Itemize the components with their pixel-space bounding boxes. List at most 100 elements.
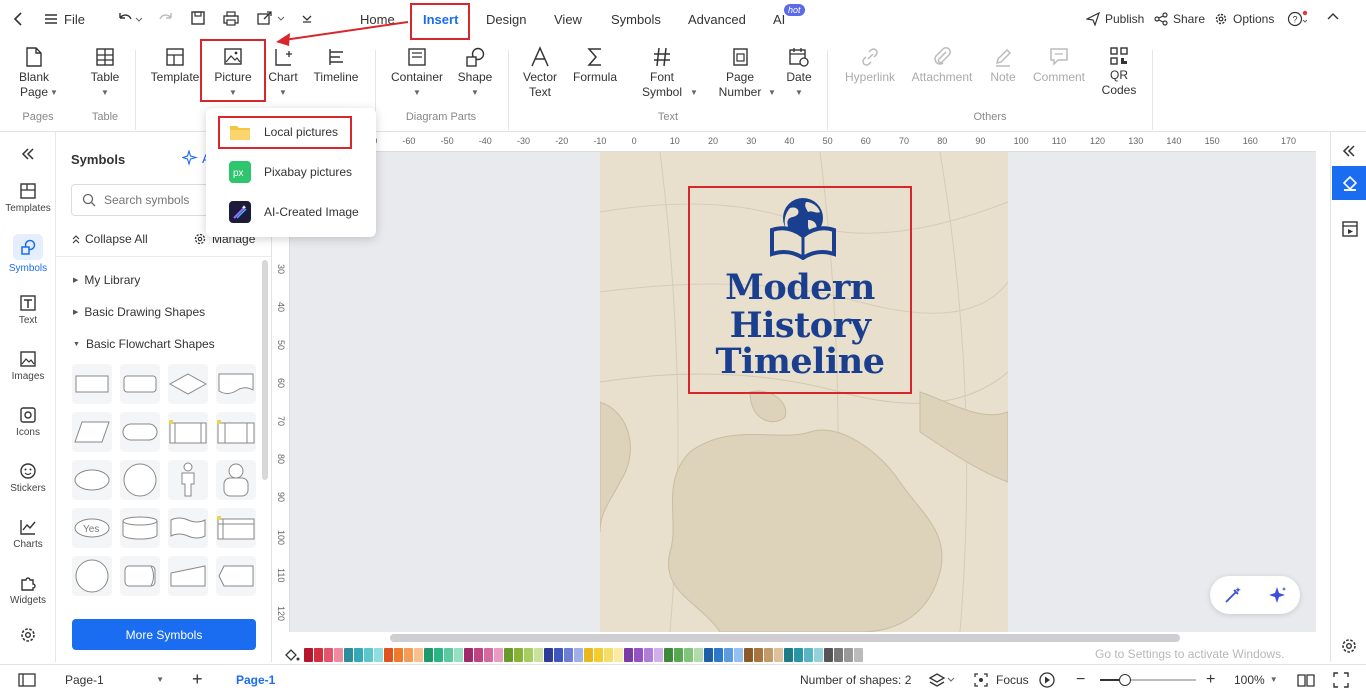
formula-button[interactable]: Formula [570, 46, 620, 85]
color-swatch[interactable] [414, 648, 423, 662]
rail-item-charts[interactable]: Charts [0, 518, 56, 550]
color-swatch[interactable] [474, 648, 483, 662]
rail-item-stickers[interactable]: Stickers [0, 462, 56, 494]
color-swatch[interactable] [434, 648, 443, 662]
color-swatch[interactable] [784, 648, 793, 662]
collapse-panel-icon[interactable] [0, 146, 56, 162]
flowchart-shape-stored[interactable] [216, 412, 256, 452]
color-swatch[interactable] [614, 648, 623, 662]
flowchart-shape-tape[interactable] [168, 508, 208, 548]
color-swatch[interactable] [344, 648, 353, 662]
color-swatch[interactable] [794, 648, 803, 662]
shape-button[interactable]: Shape ▼ [454, 46, 496, 100]
rail-item-templates[interactable]: Templates [0, 182, 56, 214]
tab-insert[interactable]: Insert [423, 0, 458, 38]
color-swatch[interactable] [464, 648, 473, 662]
back-icon[interactable] [12, 11, 26, 27]
publish-button[interactable]: Publish [1086, 11, 1144, 27]
color-swatch[interactable] [714, 648, 723, 662]
color-swatch[interactable] [754, 648, 763, 662]
color-swatch[interactable] [574, 648, 583, 662]
color-swatch[interactable] [504, 648, 513, 662]
color-swatch[interactable] [744, 648, 753, 662]
color-swatch[interactable] [514, 648, 523, 662]
expand-right-panel-icon[interactable] [1341, 144, 1357, 158]
qr-codes-button[interactable]: QR Codes [1098, 46, 1140, 98]
color-swatch[interactable] [454, 648, 463, 662]
fill-style-button[interactable] [1332, 166, 1366, 200]
fullscreen-icon[interactable] [1333, 665, 1349, 693]
color-swatch[interactable] [764, 648, 773, 662]
book-view-icon[interactable] [1297, 665, 1315, 693]
flowchart-shape-actor[interactable] [168, 460, 208, 500]
flowchart-shape-data[interactable] [72, 412, 112, 452]
save-icon[interactable] [190, 10, 206, 26]
library-basic-flowchart-shapes[interactable]: ▼ Basic Flowchart Shapes [73, 337, 215, 351]
flowchart-shape-process[interactable] [72, 364, 112, 404]
collapse-ribbon-icon[interactable] [1327, 12, 1339, 22]
more-symbols-button[interactable]: More Symbols [72, 619, 256, 650]
tab-advanced[interactable]: Advanced [688, 0, 746, 38]
page-tab-active[interactable]: Page-1 [236, 665, 275, 693]
blank-page-button[interactable]: Blank Page [16, 46, 52, 100]
tab-symbols[interactable]: Symbols [611, 0, 661, 38]
color-swatch[interactable] [644, 648, 653, 662]
flowchart-shape-decision[interactable] [168, 364, 208, 404]
zoom-in-button[interactable]: + [1206, 665, 1215, 693]
color-swatch[interactable] [654, 648, 663, 662]
add-page-button[interactable]: + [192, 665, 203, 693]
flowchart-shape-connector[interactable] [72, 556, 112, 596]
color-swatch[interactable] [534, 648, 543, 662]
file-menu[interactable]: File [44, 10, 85, 28]
color-swatch[interactable] [394, 648, 403, 662]
template-button[interactable]: Template [148, 46, 202, 85]
color-swatch[interactable] [774, 648, 783, 662]
color-swatch[interactable] [804, 648, 813, 662]
color-swatch[interactable] [844, 648, 853, 662]
color-swatch[interactable] [494, 648, 503, 662]
settings-icon[interactable] [1340, 637, 1358, 655]
menu-item-local-pictures[interactable]: Local pictures [206, 114, 376, 150]
rail-item-icons[interactable]: Icons [0, 406, 56, 438]
comment-button[interactable]: Comment [1028, 46, 1090, 85]
color-swatch[interactable] [384, 648, 393, 662]
font-symbol-button[interactable]: Font Symbol [636, 46, 688, 100]
redo-icon[interactable] [158, 11, 174, 27]
color-swatch[interactable] [634, 648, 643, 662]
color-swatch[interactable] [374, 648, 383, 662]
color-swatch[interactable] [824, 648, 833, 662]
undo-icon[interactable] [116, 11, 144, 27]
flowchart-shape-ellipse[interactable] [72, 460, 112, 500]
drawing-page[interactable]: Modern History Timeline [600, 152, 1008, 632]
zoom-slider-thumb[interactable] [1119, 673, 1131, 686]
attachment-button[interactable]: Attachment [906, 46, 978, 85]
color-swatch[interactable] [524, 648, 533, 662]
color-swatch[interactable] [334, 648, 343, 662]
color-swatch[interactable] [734, 648, 743, 662]
color-swatch[interactable] [694, 648, 703, 662]
color-swatch[interactable] [484, 648, 493, 662]
tab-ai[interactable]: AI hot [773, 0, 805, 38]
zoom-slider[interactable] [1100, 665, 1196, 693]
menu-item-ai-created-image[interactable]: AI-Created Image [206, 194, 376, 230]
color-swatch[interactable] [364, 648, 373, 662]
options-button[interactable]: Options [1214, 11, 1274, 27]
hyperlink-button[interactable]: Hyperlink [840, 46, 900, 85]
collapse-all-button[interactable]: Collapse All [71, 232, 148, 246]
date-button[interactable]: Date ▼ [784, 46, 814, 100]
color-swatch[interactable] [544, 648, 553, 662]
color-swatch[interactable] [854, 648, 863, 662]
tab-design[interactable]: Design [486, 0, 526, 38]
vector-text-button[interactable]: Vector Text [518, 46, 562, 100]
layers-icon[interactable] [928, 665, 956, 693]
rail-item-widgets[interactable]: Widgets [0, 574, 56, 606]
flowchart-shape-display[interactable] [216, 556, 256, 596]
flowchart-shape-predefined[interactable] [168, 412, 208, 452]
color-swatch[interactable] [704, 648, 713, 662]
flowchart-shape-user[interactable] [216, 460, 256, 500]
color-swatch[interactable] [554, 648, 563, 662]
color-swatch[interactable] [314, 648, 323, 662]
zoom-select[interactable]: 100% ▼ [1234, 665, 1278, 693]
flowchart-shape-database[interactable] [120, 508, 160, 548]
color-swatch[interactable] [424, 648, 433, 662]
